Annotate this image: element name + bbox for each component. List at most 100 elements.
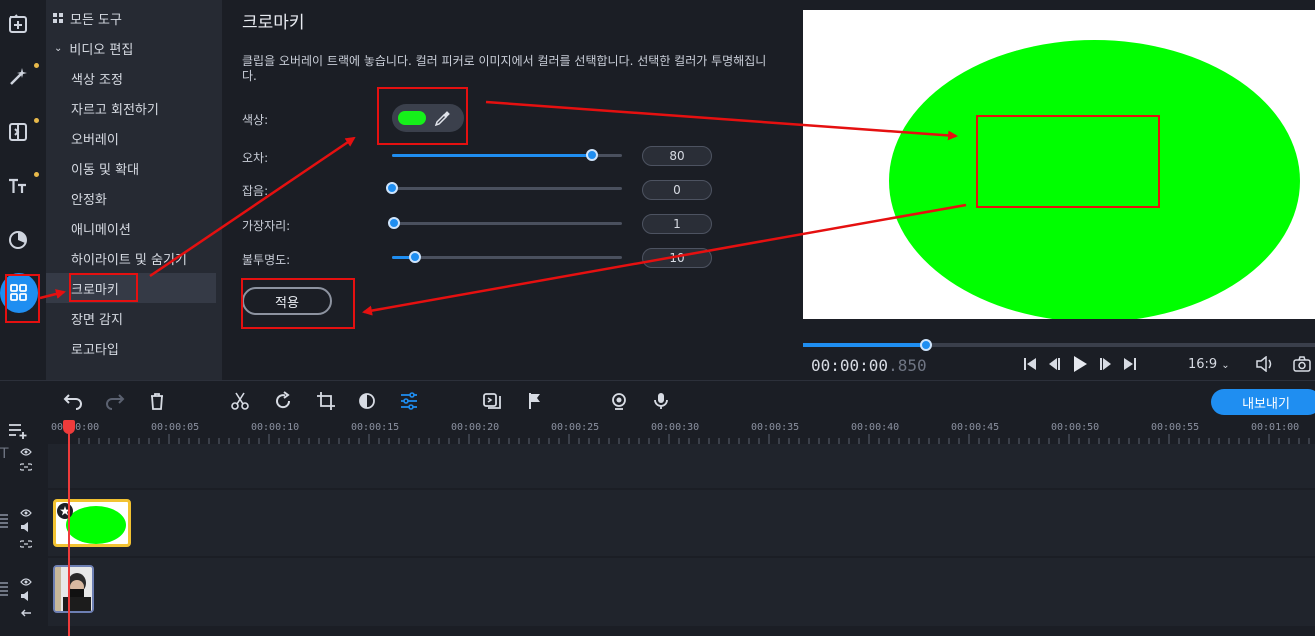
main-video-track[interactable] — [48, 558, 1315, 626]
playhead-line — [68, 428, 70, 636]
chevron-down-icon: ⌄ — [1221, 360, 1230, 371]
track-headers: T — [0, 420, 48, 636]
timeline-ruler[interactable]: 00:00:00 00:00:05 00:00:10 00:00:15 00:00:20… — [48, 420, 1315, 444]
link-icon[interactable] — [18, 533, 34, 552]
next-frame-icon[interactable] — [1096, 355, 1116, 373]
playhead-handle[interactable] — [63, 420, 75, 434]
color-adjust-icon[interactable] — [356, 390, 378, 412]
tool-section-video-editing[interactable]: ⌄ 비디오 편집 — [46, 33, 216, 63]
opacity-label: 불투명도: — [242, 253, 291, 267]
text-track-icon: T — [0, 446, 9, 462]
timecode-main: 00:00:00 — [811, 356, 889, 375]
slider-thumb[interactable] — [388, 217, 401, 229]
tool-item-highlight-conceal[interactable]: 하이라이트 및 숨기기 — [46, 243, 216, 273]
aspect-ratio-value: 16:9 — [1188, 357, 1218, 372]
progress-fill — [803, 343, 926, 347]
annotation-box-chroma-item — [69, 273, 138, 302]
tool-list: 모든 도구 ⌄ 비디오 편집 색상 조정 자르고 회전하기 오버레이 이동 및 … — [46, 0, 266, 380]
noise-value[interactable]: 0 — [642, 180, 712, 200]
add-track-icon[interactable] — [8, 423, 30, 443]
notification-dot — [34, 63, 39, 68]
opacity-value[interactable]: 10 — [642, 248, 712, 268]
video-clip[interactable] — [53, 565, 94, 613]
panel-title: 크로마키 — [242, 13, 305, 33]
noise-label: 잡음: — [242, 184, 269, 198]
preview-progress-bar[interactable] — [803, 339, 1315, 351]
noise-slider[interactable] — [386, 182, 622, 194]
tool-item-pan-zoom[interactable]: 이동 및 확대 — [46, 153, 216, 183]
tool-item-scene-detection[interactable]: 장면 감지 — [46, 303, 216, 333]
volume-icon[interactable] — [1255, 355, 1275, 373]
tool-item-stabilization[interactable]: 안정화 — [46, 183, 216, 213]
trash-icon[interactable] — [146, 390, 168, 412]
clip-thumbnail-ellipse — [66, 506, 126, 544]
slider-thumb[interactable] — [386, 182, 398, 194]
scissors-icon[interactable] — [229, 390, 251, 412]
edges-value[interactable]: 1 — [642, 214, 712, 234]
timecode: 00:00:00.850 — [811, 356, 927, 375]
skip-to-end-icon[interactable] — [1120, 355, 1140, 373]
tool-item-label: 애니메이션 — [71, 222, 131, 238]
transition-wizard-icon[interactable] — [481, 390, 503, 412]
tool-section-label: 비디오 편집 — [69, 42, 134, 58]
redo-icon[interactable] — [104, 390, 126, 412]
opacity-slider[interactable] — [392, 251, 622, 263]
microphone-icon[interactable] — [650, 390, 672, 412]
tool-item-animation[interactable]: 애니메이션 — [46, 213, 216, 243]
tool-section-all-tools[interactable]: 모든 도구 — [46, 3, 216, 33]
skip-to-start-icon[interactable] — [1020, 355, 1040, 373]
aspect-ratio-dropdown[interactable]: 16:9 ⌄ — [1188, 357, 1230, 372]
link-icon[interactable] — [18, 456, 34, 475]
annotation-box-preview-area — [976, 115, 1160, 208]
panel-description: 클립을 오버레이 트랙에 놓습니다. 컬러 피커로 이미지에서 컬러를 선택합니… — [242, 54, 767, 83]
export-button[interactable]: 내보내기 — [1211, 389, 1315, 415]
tool-item-label: 오버레이 — [71, 132, 119, 148]
star-icon — [57, 503, 73, 519]
tool-item-overlay[interactable]: 오버레이 — [46, 123, 216, 153]
crop-icon[interactable] — [315, 390, 337, 412]
progress-thumb[interactable] — [919, 339, 932, 351]
clip-properties-icon[interactable] — [398, 390, 420, 412]
video-clip-thumbnail — [55, 567, 92, 611]
ruler-label: 00:00:55 — [1151, 422, 1200, 433]
undo-icon[interactable] — [62, 390, 84, 412]
marker-flag-icon[interactable] — [524, 390, 546, 412]
tool-item-label: 색상 조정 — [71, 72, 123, 88]
tool-item-label: 안정화 — [71, 192, 107, 208]
tool-item-label: 하이라이트 및 숨기기 — [71, 252, 187, 268]
grid-icon — [53, 13, 63, 23]
tolerance-slider[interactable] — [392, 149, 622, 161]
chroma-clip[interactable] — [53, 499, 131, 547]
transitions-icon[interactable] — [3, 117, 39, 147]
titles-icon[interactable] — [3, 171, 39, 201]
ruler-label: 00:00:50 — [1051, 422, 1100, 433]
video-track-icon — [0, 582, 8, 596]
previous-frame-icon[interactable] — [1044, 355, 1064, 373]
timecode-ms: .850 — [888, 356, 927, 375]
tool-item-logotype[interactable]: 로고타입 — [46, 333, 216, 363]
rotate-icon[interactable] — [272, 390, 294, 412]
overlay-video-track[interactable] — [48, 490, 1315, 556]
ruler-label: 00:00:25 — [551, 422, 600, 433]
ruler-label: 00:00:15 — [351, 422, 400, 433]
snapshot-camera-icon[interactable] — [1292, 355, 1312, 373]
tool-item-color-adjust[interactable]: 색상 조정 — [46, 63, 216, 93]
notification-dot — [34, 172, 39, 177]
chevron-down-icon: ⌄ — [54, 42, 63, 54]
slider-thumb[interactable] — [409, 251, 421, 263]
tool-item-label: 자르고 회전하기 — [71, 102, 159, 118]
tolerance-value[interactable]: 80 — [642, 146, 712, 166]
text-track[interactable] — [48, 444, 1315, 488]
webcam-record-icon[interactable] — [608, 390, 630, 412]
play-icon[interactable] — [1070, 355, 1090, 373]
slider-fill — [392, 154, 593, 157]
edges-slider[interactable] — [388, 217, 622, 229]
magic-wand-icon[interactable] — [3, 62, 39, 92]
arrow-left-icon[interactable] — [20, 602, 32, 621]
tool-item-crop-rotate[interactable]: 자르고 회전하기 — [46, 93, 216, 123]
tool-section-label: 모든 도구 — [70, 12, 122, 28]
stickers-icon[interactable] — [3, 225, 33, 255]
slider-thumb[interactable] — [586, 149, 599, 161]
color-label: 색상: — [242, 113, 269, 127]
import-files-icon[interactable] — [3, 9, 33, 39]
